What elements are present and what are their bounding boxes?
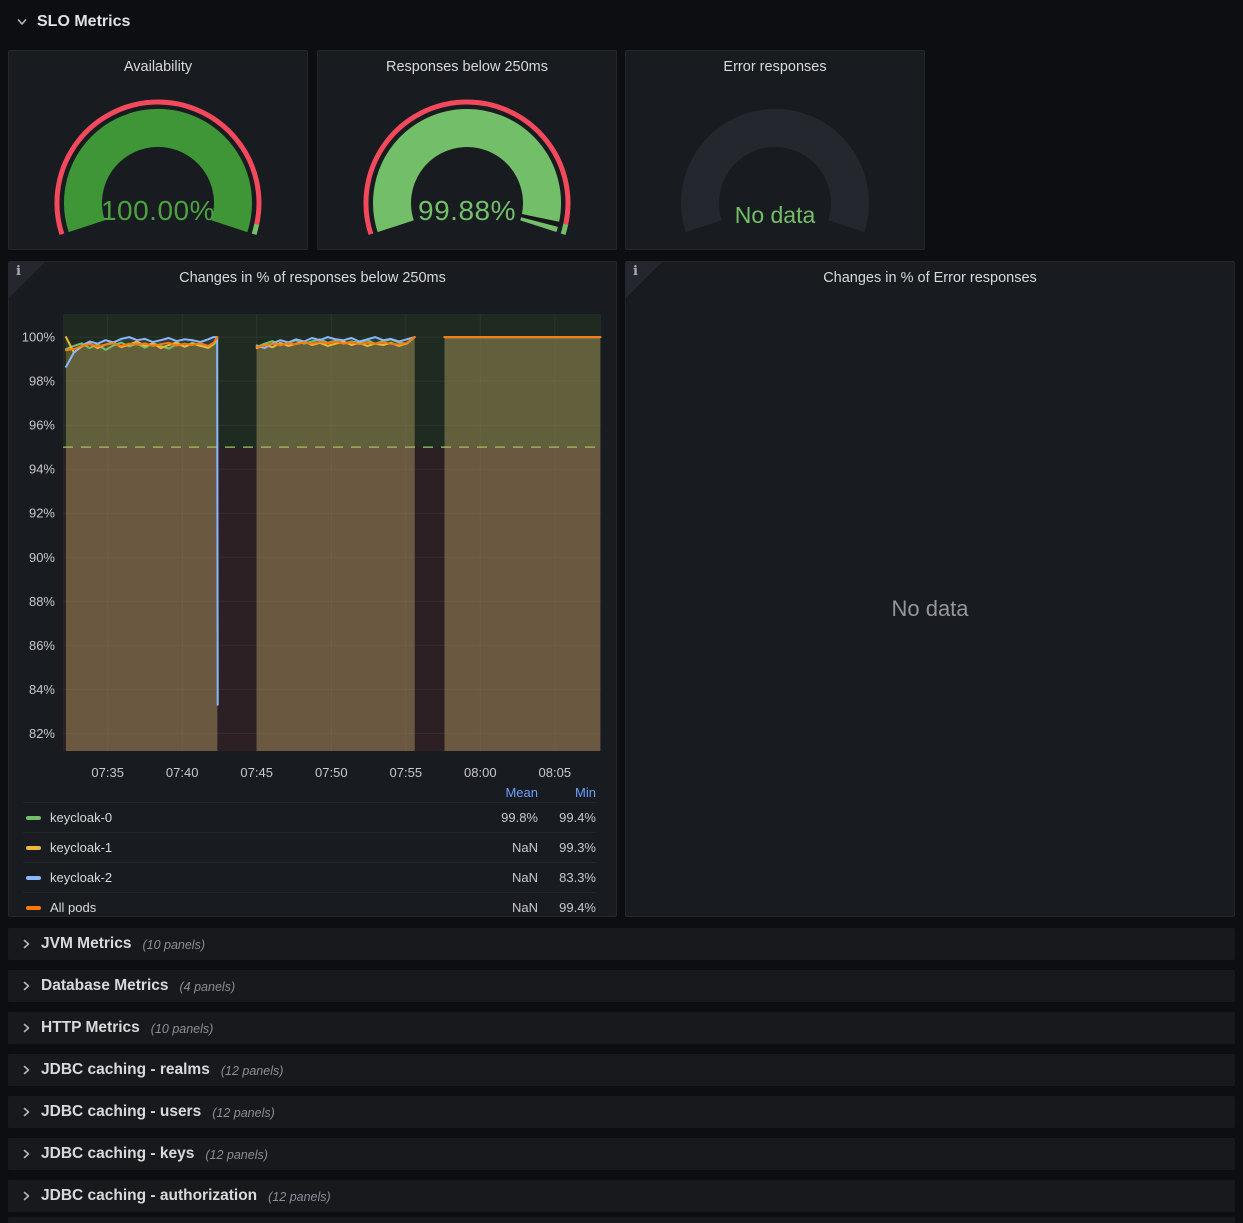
- legend-swatch[interactable]: [26, 906, 41, 910]
- legend-row: keycloak-099.8%99.4%: [23, 802, 596, 832]
- timeseries-chart[interactable]: 100% 98% 96% 94% 92% 90% 88% 86% 84% 82% 07:35 07:4…: [9, 262, 616, 782]
- gauge-value: 99.88%: [318, 195, 616, 227]
- timeseries-panel-responses: i Changes in % of responses below 250ms …: [8, 261, 617, 917]
- legend-mean-value: NaN: [468, 900, 538, 915]
- panel-title[interactable]: Responses below 250ms: [354, 59, 580, 75]
- row-panel-count: (12 panels): [205, 1148, 268, 1162]
- row-title: JDBC caching - users: [41, 1103, 201, 1121]
- legend-header: Mean Min: [23, 783, 596, 802]
- panel-title[interactable]: Changes in % of responses below 250ms: [45, 270, 580, 286]
- y-axis-tick-label: 90%: [29, 550, 55, 565]
- legend-label[interactable]: All pods: [50, 900, 468, 915]
- legend-mean-value: NaN: [468, 870, 538, 885]
- panel-info-corner[interactable]: i: [626, 262, 662, 298]
- panel-title[interactable]: Error responses: [662, 59, 888, 75]
- x-axis-tick-label: 07:35: [91, 765, 124, 780]
- y-axis-tick-label: 96%: [29, 418, 55, 433]
- panel-title[interactable]: Availability: [45, 59, 271, 75]
- chevron-right-icon: [20, 938, 32, 950]
- panel-title[interactable]: Changes in % of Error responses: [662, 270, 1198, 286]
- y-axis-tick-label: 94%: [29, 462, 55, 477]
- section-row-partial[interactable]: [8, 1217, 1235, 1223]
- section-row-jdbc-caching-realms[interactable]: JDBC caching - realms (12 panels): [8, 1054, 1235, 1086]
- x-axis-tick-label: 07:45: [240, 765, 273, 780]
- legend-swatch[interactable]: [26, 876, 41, 880]
- y-axis-tick-label: 84%: [29, 682, 55, 697]
- chevron-right-icon: [20, 1106, 32, 1118]
- row-title: Database Metrics: [41, 977, 169, 995]
- series-fill-All pods: [257, 337, 415, 751]
- section-row-database-metrics[interactable]: Database Metrics (4 panels): [8, 970, 1235, 1002]
- series-fill-All pods: [445, 337, 601, 751]
- y-axis-tick-label: 88%: [29, 594, 55, 609]
- y-axis-tick-label: 86%: [29, 638, 55, 653]
- section-header-slo[interactable]: SLO Metrics: [16, 13, 130, 31]
- row-title: JVM Metrics: [41, 935, 131, 953]
- gauge-panel-availability: Availability 100.00%: [8, 50, 308, 250]
- timeseries-panel-errors: i Changes in % of Error responses No dat…: [625, 261, 1235, 917]
- chevron-right-icon: [20, 1148, 32, 1160]
- y-axis-tick-label: 100%: [22, 330, 56, 345]
- gauge-panel-error-responses: Error responses No data: [625, 50, 925, 250]
- x-axis-tick-label: 08:05: [539, 765, 572, 780]
- x-axis-tick-label: 07:50: [315, 765, 348, 780]
- row-panel-count: (12 panels): [268, 1190, 331, 1204]
- legend-min-value: 99.4%: [538, 900, 596, 915]
- legend-mean-value: 99.8%: [468, 810, 538, 825]
- row-title: JDBC caching - authorization: [41, 1187, 257, 1205]
- legend-label[interactable]: keycloak-0: [50, 810, 468, 825]
- y-axis-tick-label: 82%: [29, 726, 55, 741]
- legend-swatch[interactable]: [26, 816, 41, 820]
- chevron-right-icon: [20, 980, 32, 992]
- row-panel-count: (10 panels): [151, 1022, 214, 1036]
- section-row-jdbc-caching-keys[interactable]: JDBC caching - keys (12 panels): [8, 1138, 1235, 1170]
- section-title: SLO Metrics: [37, 13, 130, 31]
- legend-row: keycloak-1NaN99.3%: [23, 832, 596, 862]
- row-title: JDBC caching - realms: [41, 1061, 210, 1079]
- info-icon[interactable]: i: [633, 264, 638, 279]
- chevron-right-icon: [20, 1022, 32, 1034]
- legend-label[interactable]: keycloak-1: [50, 840, 468, 855]
- legend: Mean Min keycloak-099.8%99.4%keycloak-1N…: [23, 783, 596, 922]
- legend-min-value: 99.3%: [538, 840, 596, 855]
- no-data-label: No data: [626, 202, 924, 229]
- gauge-panel-responses-below-250ms: Responses below 250ms 99.88%: [317, 50, 617, 250]
- legend-row: All podsNaN99.4%: [23, 892, 596, 922]
- y-axis-tick-label: 98%: [29, 374, 55, 389]
- chevron-right-icon: [20, 1064, 32, 1076]
- row-panel-count: (10 panels): [142, 938, 205, 952]
- series-fill-All pods: [66, 337, 217, 751]
- x-axis-tick-label: 07:40: [166, 765, 199, 780]
- legend-min-value: 83.3%: [538, 870, 596, 885]
- y-axis-tick-label: 92%: [29, 506, 55, 521]
- chevron-down-icon: [16, 16, 28, 28]
- x-axis-tick-label: 07:55: [390, 765, 423, 780]
- gauge-value: 100.00%: [9, 195, 307, 227]
- legend-header-mean[interactable]: Mean: [468, 785, 538, 800]
- row-title: HTTP Metrics: [41, 1019, 140, 1037]
- row-panel-count: (4 panels): [180, 980, 236, 994]
- chevron-right-icon: [20, 1190, 32, 1202]
- panel-info-corner[interactable]: i: [9, 262, 45, 298]
- info-icon[interactable]: i: [16, 264, 21, 279]
- no-data-label: No data: [626, 596, 1234, 622]
- x-axis-tick-label: 08:00: [464, 765, 497, 780]
- row-panel-count: (12 panels): [221, 1064, 284, 1078]
- row-title: JDBC caching - keys: [41, 1145, 194, 1163]
- legend-mean-value: NaN: [468, 840, 538, 855]
- legend-swatch[interactable]: [26, 846, 41, 850]
- legend-header-min[interactable]: Min: [538, 785, 596, 800]
- legend-min-value: 99.4%: [538, 810, 596, 825]
- section-row-jdbc-caching-authorization[interactable]: JDBC caching - authorization (12 panels): [8, 1180, 1235, 1212]
- legend-row: keycloak-2NaN83.3%: [23, 862, 596, 892]
- legend-label[interactable]: keycloak-2: [50, 870, 468, 885]
- section-row-jvm-metrics[interactable]: JVM Metrics (10 panels): [8, 928, 1235, 960]
- section-row-jdbc-caching-users[interactable]: JDBC caching - users (12 panels): [8, 1096, 1235, 1128]
- row-panel-count: (12 panels): [212, 1106, 275, 1120]
- section-row-http-metrics[interactable]: HTTP Metrics (10 panels): [8, 1012, 1235, 1044]
